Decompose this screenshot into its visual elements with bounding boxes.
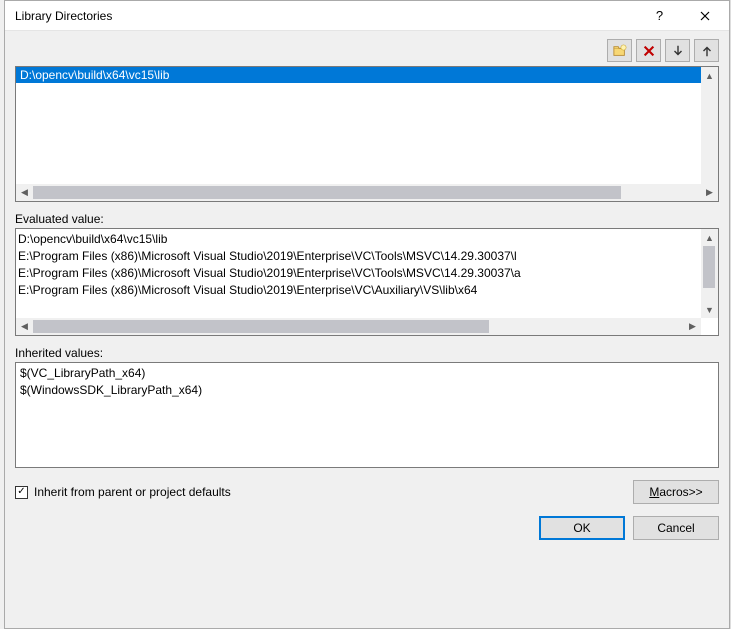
evaluated-line: D:\opencv\build\x64\vc15\lib [18, 231, 716, 248]
inherited-line: $(VC_LibraryPath_x64) [20, 365, 714, 382]
inherit-checkbox-wrap[interactable]: ✓ Inherit from parent or project default… [15, 485, 633, 499]
horizontal-scrollbar[interactable]: ◀ ▶ [16, 318, 701, 335]
new-line-button[interactable] [607, 39, 632, 62]
inherited-line: $(WindowsSDK_LibraryPath_x64) [20, 382, 714, 399]
dialog-buttons: OK Cancel [15, 516, 719, 540]
list-item[interactable]: D:\opencv\build\x64\vc15\lib [16, 67, 718, 83]
titlebar: Library Directories ? [5, 1, 729, 31]
inherit-checkbox-label: Inherit from parent or project defaults [34, 485, 231, 499]
scroll-left-icon: ◀ [16, 184, 33, 201]
close-button[interactable] [682, 2, 727, 30]
scroll-up-icon: ▲ [701, 67, 718, 84]
folder-new-icon [613, 44, 627, 58]
vertical-scrollbar[interactable]: ▲ ▼ [701, 229, 718, 318]
delete-button[interactable] [636, 39, 661, 62]
scroll-thumb[interactable] [33, 320, 489, 333]
scroll-right-icon: ▶ [684, 318, 701, 335]
help-button[interactable]: ? [637, 2, 682, 30]
scroll-left-icon: ◀ [16, 318, 33, 335]
evaluated-line: E:\Program Files (x86)\Microsoft Visual … [18, 282, 716, 299]
evaluated-line: E:\Program Files (x86)\Microsoft Visual … [18, 248, 716, 265]
scroll-thumb[interactable] [33, 186, 621, 199]
inherited-label: Inherited values: [15, 346, 719, 360]
inherited-values-box[interactable]: $(VC_LibraryPath_x64) $(WindowsSDK_Libra… [15, 362, 719, 468]
scroll-track [33, 318, 684, 335]
directories-list-content: D:\opencv\build\x64\vc15\lib ▲ [16, 67, 718, 184]
horizontal-scrollbar[interactable]: ◀ ▶ [16, 184, 718, 201]
ok-button[interactable]: OK [539, 516, 625, 540]
macros-button[interactable]: Macros>> [633, 480, 719, 504]
move-up-button[interactable] [694, 39, 719, 62]
evaluated-line: E:\Program Files (x86)\Microsoft Visual … [18, 265, 716, 282]
toolbar [15, 39, 719, 62]
footer-row: ✓ Inherit from parent or project default… [15, 480, 719, 504]
scroll-thumb[interactable] [703, 246, 715, 288]
scroll-up-icon: ▲ [701, 229, 718, 246]
library-directories-dialog: Library Directories ? [4, 0, 730, 629]
dialog-title: Library Directories [15, 9, 637, 23]
scroll-right-icon: ▶ [701, 184, 718, 201]
directories-list[interactable]: D:\opencv\build\x64\vc15\lib ▲ ◀ ▶ [15, 66, 719, 202]
evaluated-value-box[interactable]: D:\opencv\build\x64\vc15\lib E:\Program … [15, 228, 719, 336]
arrow-up-icon [700, 44, 714, 58]
background-window-edge [730, 0, 744, 629]
inherit-checkbox[interactable]: ✓ [15, 486, 28, 499]
scroll-down-icon: ▼ [701, 301, 718, 318]
arrow-down-icon [671, 44, 685, 58]
evaluated-label: Evaluated value: [15, 212, 719, 226]
vertical-scrollbar[interactable]: ▲ [701, 67, 718, 184]
delete-x-icon [642, 44, 656, 58]
cancel-button[interactable]: Cancel [633, 516, 719, 540]
scroll-track [33, 184, 701, 201]
move-down-button[interactable] [665, 39, 690, 62]
dialog-content: D:\opencv\build\x64\vc15\lib ▲ ◀ ▶ Evalu… [5, 31, 729, 628]
evaluated-lines: D:\opencv\build\x64\vc15\lib E:\Program … [16, 229, 718, 318]
close-icon [700, 11, 710, 21]
